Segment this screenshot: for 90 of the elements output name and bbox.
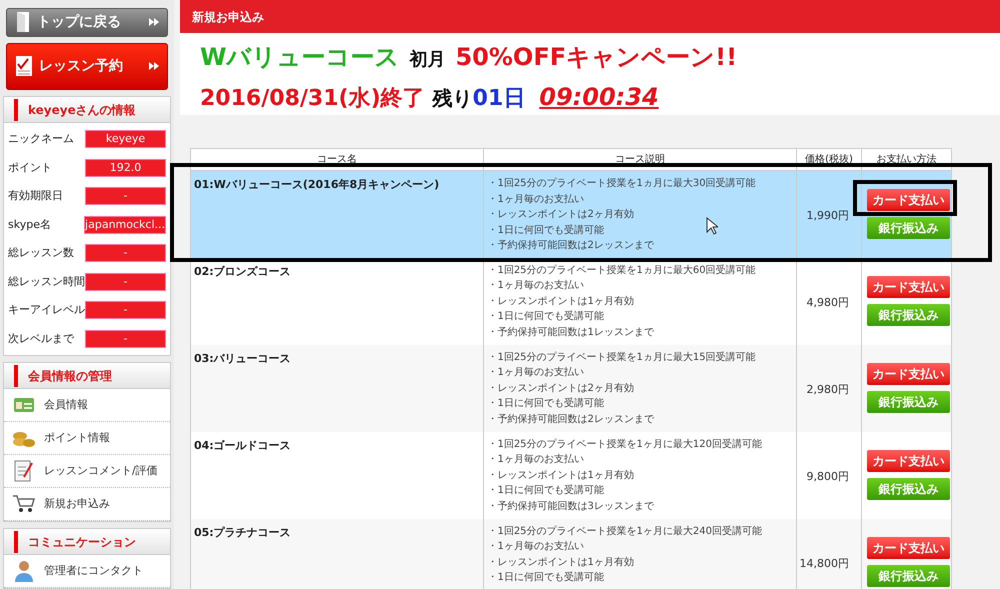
menu-item[interactable]: 新規お申込み [4, 488, 170, 521]
course-row[interactable]: 04:ゴールドコース ・1回25分のプライベート授業を1ヶ月に最大120回受講可能 ・1ヶ月毎のお支払い ・レッスンポイントは1ヶ月有効 ・1日に何回でも受講可能 ・予約保持可能回数は3レッスンまで 9,800円 カード支払い 銀行振込み [190, 432, 952, 518]
course-description-line: ・1回25分のプライベート授業を1ヵ月に最大30回受講可能 [487, 176, 756, 191]
checklist-icon [15, 55, 33, 78]
card-payment-button[interactable]: カード支払い [866, 363, 950, 385]
double-arrow-icon [149, 62, 159, 70]
menu-item[interactable]: レッスンコメント/評価 [4, 455, 170, 488]
section-title: keyeyeさんの情報 [28, 102, 136, 118]
info-label: キーアイレベル [8, 302, 86, 318]
person-icon [13, 560, 35, 582]
course-price: 2,980円 [806, 383, 849, 396]
course-description-line: ・1日に何回でも受講可能 [487, 224, 604, 238]
bank-transfer-button[interactable]: 銀行振込み [866, 304, 950, 326]
info-label: ポイント [8, 160, 53, 176]
info-value: - [85, 330, 166, 348]
course-description-line: ・1ヶ月毎のお支払い [487, 366, 584, 380]
info-value: - [85, 272, 166, 291]
section-title: コミュニケーション [28, 534, 136, 550]
course-price: 1,990円 [806, 209, 849, 222]
course-description-line: ・レッスンポイントは2ヶ月有効 [487, 382, 634, 396]
menu-item[interactable]: ポイント情報 [4, 422, 170, 455]
course-description-line: ・予約保持可能回数は3レッスンまで [487, 500, 654, 514]
course-description-line: ・1回25分のプライベート授業を1ヵ月に最大15回受講可能 [487, 350, 756, 364]
course-description-line: ・1回25分のプライベート授業を1ヶ月に最大240回受講可能 [487, 524, 762, 538]
course-row[interactable]: 05:プラチナコース ・1回25分のプライベート授業を1ヶ月に最大240回受講可能 ・1ヶ月毎のお支払い ・レッスンポイントは1ヶ月有効 ・1日に何回でも受講可能 14,800円 カード支払い 銀行振込み [190, 518, 952, 589]
course-description-line: ・レッスンポイントは1ヶ月有効 [487, 468, 634, 482]
campaign-end-date: 2016/08/31(水)終了 [200, 85, 425, 113]
course-description-line: ・1日に何回でも受講可能 [487, 570, 604, 585]
countdown-timer: 09:00:34 [539, 82, 659, 113]
course-description-line: ・1ヶ月毎のお支払い [487, 192, 584, 206]
remaining-label: 残り [432, 85, 473, 112]
campaign-offer: 50%OFFキャンペーン!! [455, 42, 738, 73]
course-description-line: ・1ヶ月毎のお支払い [487, 278, 584, 293]
course-name: 01:Wバリューコース(2016年8月キャンペーン) [190, 170, 484, 258]
course-description-line: ・1回25分のプライベート授業を1ヵ月に最大60回受講可能 [487, 264, 756, 278]
menu-item[interactable]: 管理者にコンタクト [4, 555, 170, 588]
nav-button[interactable]: トップに戻る [6, 8, 168, 37]
double-arrow-icon [149, 18, 159, 26]
info-value: japanmockcl... [84, 216, 166, 234]
id-card-icon [13, 396, 35, 414]
bank-transfer-button[interactable]: 銀行振込み [866, 217, 950, 240]
course-price: 14,800円 [799, 557, 849, 570]
page-title: 新規お申込み [192, 8, 264, 26]
info-label: 有効期限日 [8, 188, 64, 204]
course-row[interactable]: 01:Wバリューコース(2016年8月キャンペーン) ・1回25分のプライベート授業を1ヵ月に最大30回受講可能 ・1ヶ月毎のお支払い ・レッスンポイントは2ヶ月有効 ・1日に何回でも受講可能 ・予約保持可能回数は2レッスンまで 1,990円 カード支払い 銀行振込み [190, 170, 952, 258]
info-value: keyeye [85, 130, 166, 148]
card-payment-button[interactable]: カード支払い [866, 189, 950, 212]
door-icon [15, 11, 31, 34]
column-header: コース説明 [484, 148, 797, 170]
course-description-line: ・レッスンポイントは1ヶ月有効 [487, 556, 634, 570]
course-price: 4,980円 [806, 296, 849, 309]
info-value: - [85, 187, 166, 206]
course-description-line: ・予約保持可能回数は1レッスンまで [487, 326, 654, 340]
course-description-line: ・レッスンポイントは2ヶ月有効 [487, 208, 634, 222]
bank-transfer-button[interactable]: 銀行振込み [866, 391, 950, 413]
nav-button[interactable]: レッスン予約 [6, 42, 168, 90]
campaign-first-month: 初月 [409, 48, 446, 72]
clipboard-icon [13, 459, 35, 483]
info-label: skype名 [8, 216, 52, 232]
course-description-line: ・1回25分のプライベート授業を1ヶ月に最大120回受講可能 [487, 438, 762, 452]
course-price: 9,800円 [806, 470, 849, 483]
shopping-cart-icon [12, 494, 36, 514]
info-value: - [85, 244, 166, 262]
course-description-line: ・レッスンポイントは1ヶ月有効 [487, 294, 634, 308]
mouse-cursor-icon [706, 217, 718, 235]
course-row[interactable]: 03:バリューコース ・1回25分のプライベート授業を1ヵ月に最大15回受講可能 ・1ヶ月毎のお支払い ・レッスンポイントは2ヶ月有効 ・1日に何回でも受講可能 ・予約保持可能回数は2レッスンまで 2,980円 カード支払い 銀行振込み [190, 344, 952, 432]
info-value: - [85, 301, 166, 320]
course-name: 05:プラチナコース [190, 518, 484, 589]
info-value: 192.0 [85, 158, 166, 177]
bank-transfer-button[interactable]: 銀行振込み [866, 478, 950, 500]
course-description-line: ・1日に何回でも受講可能 [487, 396, 604, 411]
info-label: 総レッスン数 [8, 245, 75, 261]
bank-transfer-button[interactable]: 銀行振込み [866, 565, 950, 587]
info-label: ニックネーム [8, 131, 75, 147]
remaining-days: 01日 [472, 82, 526, 115]
course-description-line: ・1ヶ月毎のお支払い [487, 540, 584, 554]
info-label: 次レベルまで [8, 330, 76, 346]
column-header: コース名 [190, 148, 484, 170]
section-title: 会員情報の管理 [28, 368, 112, 384]
course-description-line: ・予約保持可能回数は2レッスンまで [487, 238, 654, 253]
course-description-line: ・1ヶ月毎のお支払い [487, 452, 584, 467]
course-description-line: ・1日に何回でも受講可能 [487, 310, 604, 324]
course-description-line: ・予約保持可能回数は2レッスンまで [487, 412, 654, 426]
card-payment-button[interactable]: カード支払い [866, 537, 950, 559]
card-payment-button[interactable]: カード支払い [866, 450, 950, 472]
menu-item[interactable]: 会員情報 [4, 389, 170, 422]
info-label: 総レッスン時間 [8, 274, 86, 290]
card-payment-button[interactable]: カード支払い [866, 276, 950, 298]
campaign-course: Wバリューコース [200, 42, 400, 73]
course-description-line: ・1日に何回でも受講可能 [487, 484, 604, 498]
